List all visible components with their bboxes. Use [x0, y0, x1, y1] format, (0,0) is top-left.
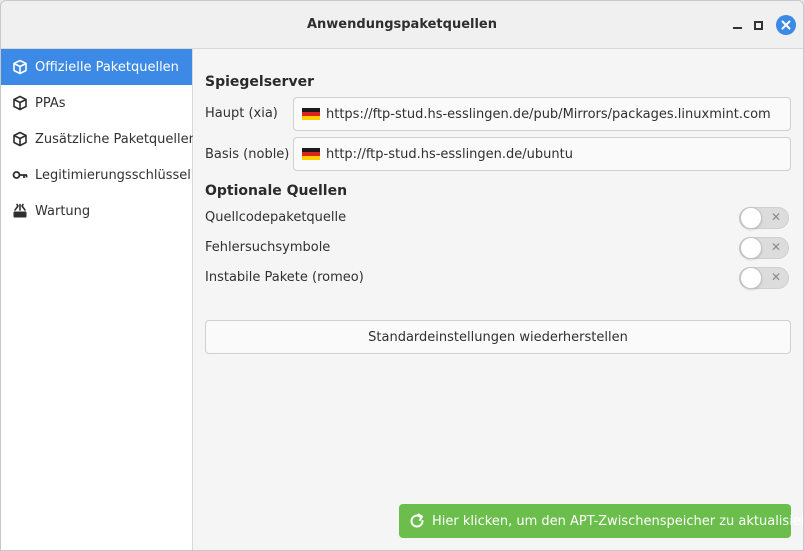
- update-cache-label: Hier klicken, um den APT-Zwischenspeiche…: [432, 513, 804, 529]
- toggle-knob: [740, 207, 762, 229]
- sidebar-item-label: Legitimierungsschlüssel: [35, 167, 191, 183]
- maintenance-icon: [12, 203, 28, 219]
- minimize-button[interactable]: [728, 16, 746, 34]
- key-icon: [12, 167, 28, 183]
- unstable-packages-label: Instabile Pakete (romeo): [205, 270, 364, 285]
- debug-symbols-label: Fehlersuchsymbole: [205, 240, 331, 255]
- sidebar-item-authentication-keys[interactable]: Legitimierungsschlüssel: [1, 157, 192, 193]
- optional-sources-section-title: Optionale Quellen: [205, 183, 348, 199]
- base-mirror-button[interactable]: http://ftp-stud.hs-esslingen.de/ubuntu: [293, 137, 791, 171]
- maximize-icon: [753, 20, 763, 30]
- maximize-button[interactable]: [749, 16, 767, 34]
- off-icon: ✕: [770, 240, 781, 254]
- off-icon: ✕: [770, 210, 781, 224]
- software-sources-window: Anwendungspaketquellen Offizielle Paketq…: [0, 0, 804, 551]
- window-title: Anwendungspaketquellen: [306, 17, 498, 32]
- main-mirror-label: Haupt (xia): [205, 106, 278, 121]
- source-code-toggle[interactable]: ✕: [739, 207, 789, 229]
- toggle-knob: [740, 267, 762, 289]
- main-content: Spiegelserver Haupt (xia) https://ftp-st…: [193, 49, 803, 550]
- toggle-knob: [740, 237, 762, 259]
- minimize-icon: [732, 27, 742, 29]
- base-mirror-url: http://ftp-stud.hs-esslingen.de/ubuntu: [326, 146, 573, 162]
- sidebar-item-label: Zusätzliche Paketquellen: [35, 131, 197, 147]
- update-cache-button[interactable]: Hier klicken, um den APT-Zwischenspeiche…: [399, 504, 803, 538]
- sidebar-item-label: Wartung: [35, 203, 91, 219]
- sidebar-item-label: Offizielle Paketquellen: [35, 59, 179, 75]
- title-bar: Anwendungspaketquellen: [1, 1, 803, 49]
- package-icon: [12, 59, 28, 75]
- debug-symbols-toggle[interactable]: ✕: [739, 237, 789, 259]
- package-icon: [12, 95, 28, 111]
- refresh-icon: [408, 512, 426, 530]
- germany-flag-icon: [302, 148, 320, 160]
- sidebar-item-ppas[interactable]: PPAs: [1, 85, 192, 121]
- unstable-packages-toggle[interactable]: ✕: [739, 267, 789, 289]
- off-icon: ✕: [770, 270, 781, 284]
- package-icon: [12, 131, 28, 147]
- base-mirror-label: Basis (noble): [205, 147, 290, 162]
- restore-defaults-button[interactable]: Standardeinstellungen wiederherstellen: [205, 320, 791, 354]
- close-button[interactable]: [776, 15, 796, 35]
- sidebar: Offizielle Paketquellen PPAs Zusätzliche…: [1, 49, 197, 550]
- sidebar-item-additional-sources[interactable]: Zusätzliche Paketquellen: [1, 121, 197, 157]
- main-mirror-button[interactable]: https://ftp-stud.hs-esslingen.de/pub/Mir…: [293, 97, 791, 131]
- sidebar-item-label: PPAs: [35, 95, 66, 111]
- close-icon: [781, 20, 791, 30]
- main-mirror-url: https://ftp-stud.hs-esslingen.de/pub/Mir…: [326, 106, 771, 122]
- germany-flag-icon: [302, 108, 320, 120]
- sidebar-item-maintenance[interactable]: Wartung: [1, 193, 192, 229]
- mirrors-section-title: Spiegelserver: [205, 74, 314, 90]
- sidebar-item-official-sources[interactable]: Offizielle Paketquellen: [1, 49, 192, 85]
- source-code-label: Quellcodepaketquelle: [205, 210, 347, 225]
